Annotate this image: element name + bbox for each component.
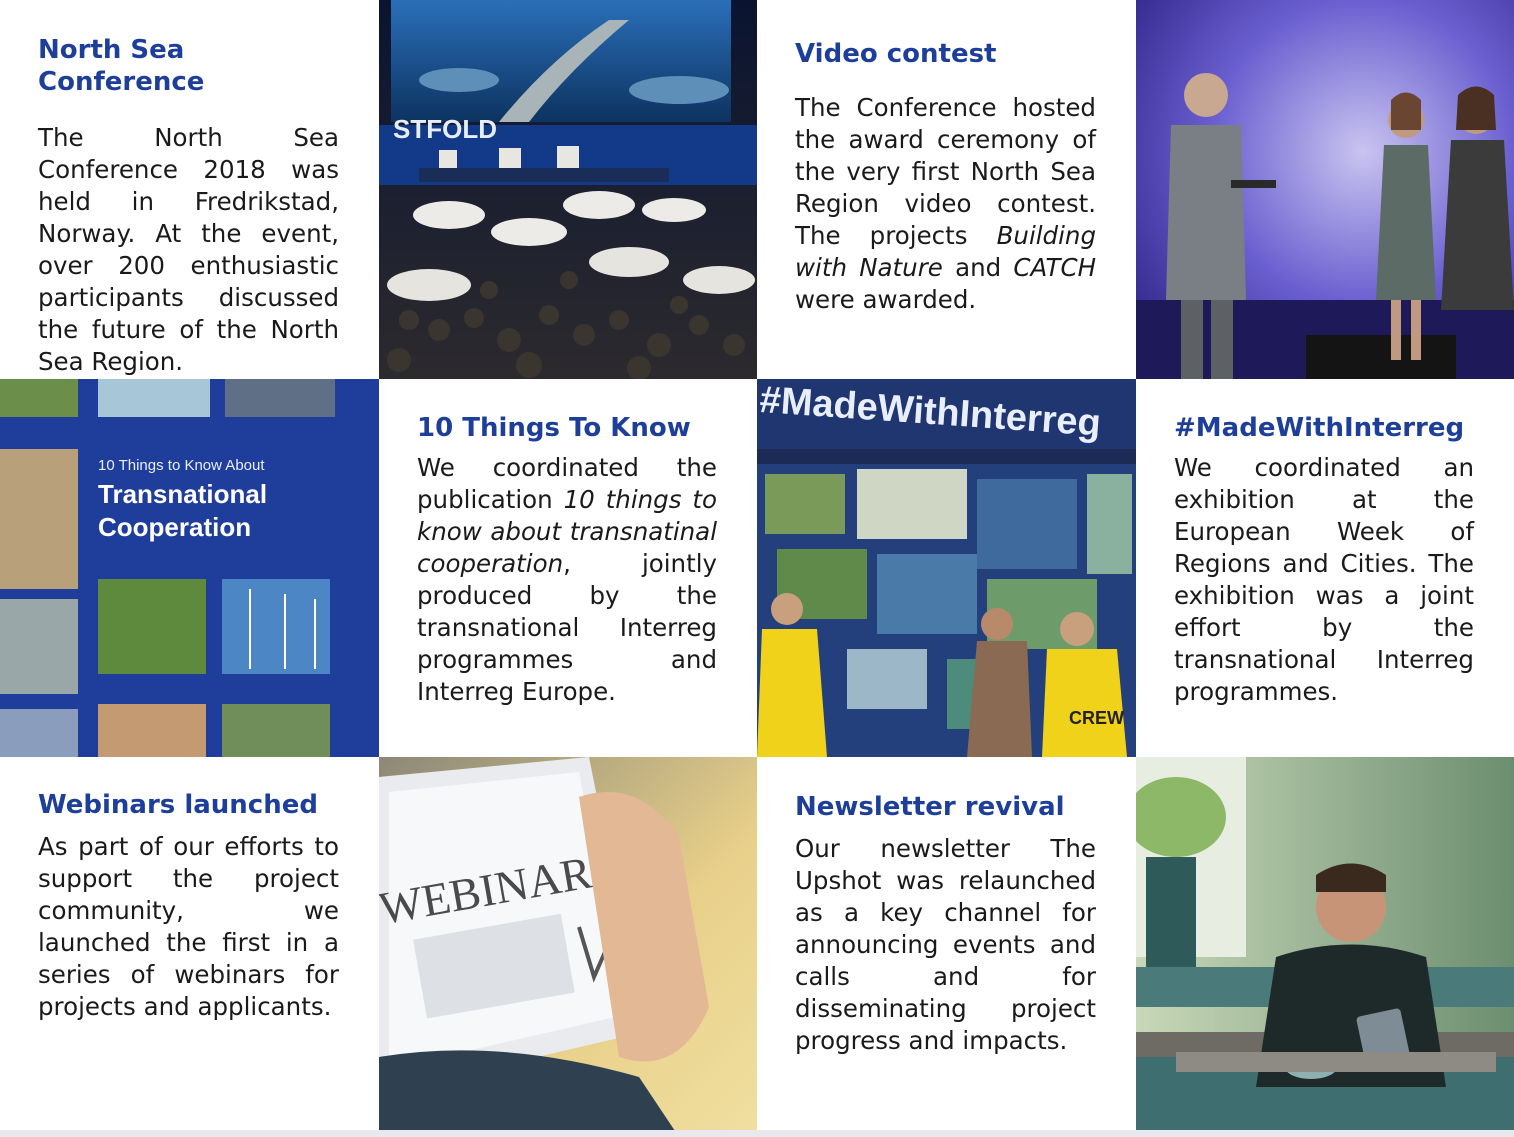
tile-body: We coordinated an exhibition at the Euro… <box>1174 453 1474 706</box>
award-ceremony-photo <box>1136 0 1514 379</box>
tile-title: Webinars launched <box>38 790 318 820</box>
tile-made-with-interreg: #MadeWithInterreg We coordinated an exhi… <box>1136 379 1514 757</box>
project-name: CATCH <box>1013 253 1097 282</box>
tile-body-text: were awarded. <box>795 285 977 314</box>
exhibition-photo: #MadeWithInterreg CREW <box>757 379 1136 757</box>
tile-webinars: Webinars launched As part of our efforts… <box>0 757 379 1130</box>
tile-newsletter: Newsletter revival Our newsletter The Up… <box>757 757 1136 1130</box>
tile-body: As part of our efforts to support the pr… <box>38 832 339 1021</box>
tile-body: We coordinated the publication 10 things… <box>417 452 717 708</box>
tile-body: The Conference hosted the award ceremony… <box>795 92 1096 316</box>
infographic-grid: North Sea Conference The North Sea Confe… <box>0 0 1514 1137</box>
tile-10-things: 10 Things To Know We coordinated the pub… <box>379 379 757 757</box>
booklet-title-line2: Cooperation <box>98 512 251 542</box>
tile-title: 10 Things To Know <box>417 413 691 443</box>
booklet-cover: 10 Things to Know About Transnational Co… <box>0 379 379 757</box>
tile-title: Video contest <box>795 39 997 69</box>
tile-north-sea-conference: North Sea Conference The North Sea Confe… <box>0 0 379 379</box>
tile-body: The North Sea Conference 2018 was held i… <box>38 123 339 376</box>
shirt-text: CREW <box>1069 708 1124 728</box>
conference-photo: STFOLD <box>379 0 757 379</box>
booklet-subtitle: 10 Things to Know About <box>98 457 265 474</box>
tile-title: Newsletter revival <box>795 792 1065 822</box>
tile-title: North Sea Conference <box>38 35 205 97</box>
tile-body: Our newsletter The Upshot was relaunched… <box>795 834 1096 1055</box>
tile-title: #MadeWithInterreg <box>1174 413 1465 443</box>
tablet-reader-photo <box>1136 757 1514 1137</box>
stage-sign-text: STFOLD <box>393 114 497 144</box>
tile-body-text: and <box>942 253 1014 282</box>
tile-video-contest: Video contest The Conference hosted the … <box>757 0 1136 379</box>
bottom-divider <box>0 1130 1514 1137</box>
booklet-title-line1: Transnational <box>98 479 267 509</box>
webinar-tablet-photo: WEBINAR <box>379 757 757 1137</box>
